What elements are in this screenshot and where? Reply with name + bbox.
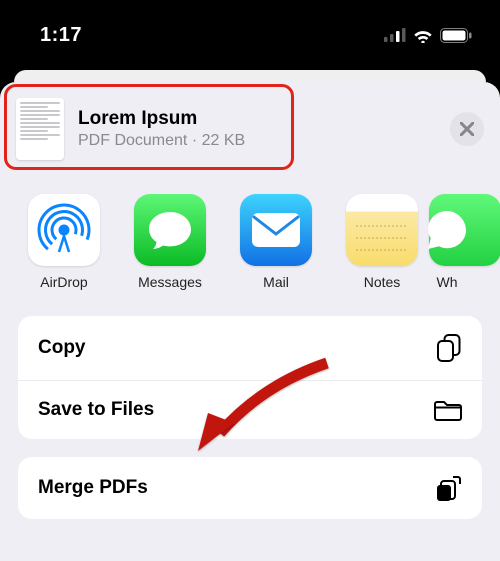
activity-label: Notes: [364, 274, 401, 290]
activity-label: Messages: [138, 274, 202, 290]
activity-airdrop[interactable]: AirDrop: [26, 194, 102, 290]
document-header: Lorem Ipsum PDF Document · 22 KB: [0, 88, 500, 176]
action-label: Copy: [38, 337, 86, 359]
activity-whatsapp[interactable]: Wh: [450, 194, 480, 290]
whatsapp-app-icon: [429, 194, 500, 266]
battery-icon: [440, 28, 472, 43]
background-sheet-peek: [14, 70, 486, 82]
device-frame: 1:17 Lorem Ipsum PDF Document · 22 KB: [0, 0, 500, 561]
notes-icon: [346, 194, 418, 266]
cellular-icon: [384, 28, 406, 42]
activity-label: AirDrop: [40, 274, 87, 290]
activity-row[interactable]: AirDrop Messages Mail: [0, 176, 500, 306]
action-list-primary: Copy Save to Files: [18, 316, 482, 439]
close-icon: [460, 122, 474, 136]
action-merge-pdfs[interactable]: Merge PDFs: [18, 457, 482, 519]
document-subtitle: PDF Document · 22 KB: [78, 132, 436, 150]
activity-messages[interactable]: Messages: [132, 194, 208, 290]
merge-icon: [436, 475, 462, 501]
share-sheet: Lorem Ipsum PDF Document · 22 KB: [0, 82, 500, 561]
status-bar: 1:17: [0, 0, 500, 70]
action-list-secondary: Merge PDFs: [18, 457, 482, 519]
mail-icon: [250, 211, 302, 249]
status-icons: [384, 27, 472, 43]
messages-app-icon: [134, 194, 206, 266]
activity-label: Wh: [437, 274, 458, 290]
action-save-to-files[interactable]: Save to Files: [18, 381, 482, 439]
notes-app-icon: [346, 194, 418, 266]
mail-app-icon: [240, 194, 312, 266]
airdrop-icon: [36, 202, 92, 258]
action-label: Merge PDFs: [38, 477, 148, 499]
document-title: Lorem Ipsum: [78, 108, 436, 130]
clock: 1:17: [40, 24, 82, 47]
activity-mail[interactable]: Mail: [238, 194, 314, 290]
whatsapp-icon: [424, 207, 470, 253]
document-thumbnail: [16, 98, 64, 160]
folder-icon: [434, 399, 462, 421]
messages-icon: [146, 208, 194, 252]
action-label: Save to Files: [38, 399, 154, 421]
activity-label: Mail: [263, 274, 289, 290]
activity-notes[interactable]: Notes: [344, 194, 420, 290]
close-button[interactable]: [450, 112, 484, 146]
wifi-icon: [412, 27, 434, 43]
copy-icon: [436, 334, 462, 362]
airdrop-app-icon: [28, 194, 100, 266]
action-copy[interactable]: Copy: [18, 316, 482, 381]
